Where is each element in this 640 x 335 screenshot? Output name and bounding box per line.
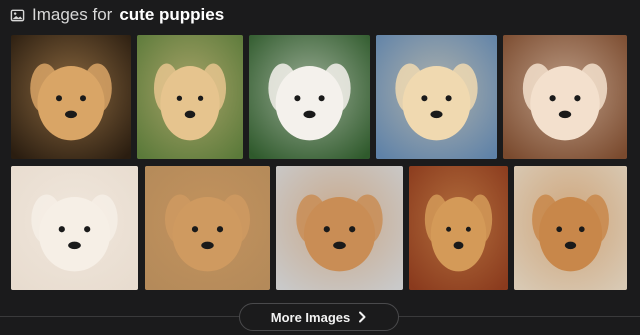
puppy-image-5[interactable] xyxy=(503,35,627,159)
puppy-image-7[interactable] xyxy=(145,166,270,290)
more-images-label: More Images xyxy=(270,309,351,325)
puppy-image-4[interactable] xyxy=(376,35,497,159)
image-grid xyxy=(0,0,640,335)
puppy-image-10[interactable] xyxy=(514,166,627,290)
puppy-image-8[interactable] xyxy=(276,166,403,290)
puppy-image-2[interactable] xyxy=(137,35,243,159)
puppy-image-1[interactable] xyxy=(11,35,131,159)
puppy-image-6[interactable] xyxy=(11,166,138,290)
puppy-image-9[interactable] xyxy=(409,166,508,290)
more-images-button[interactable]: More Images xyxy=(239,303,399,331)
chevron-right-icon xyxy=(359,311,366,323)
puppy-image-3[interactable] xyxy=(249,35,370,159)
